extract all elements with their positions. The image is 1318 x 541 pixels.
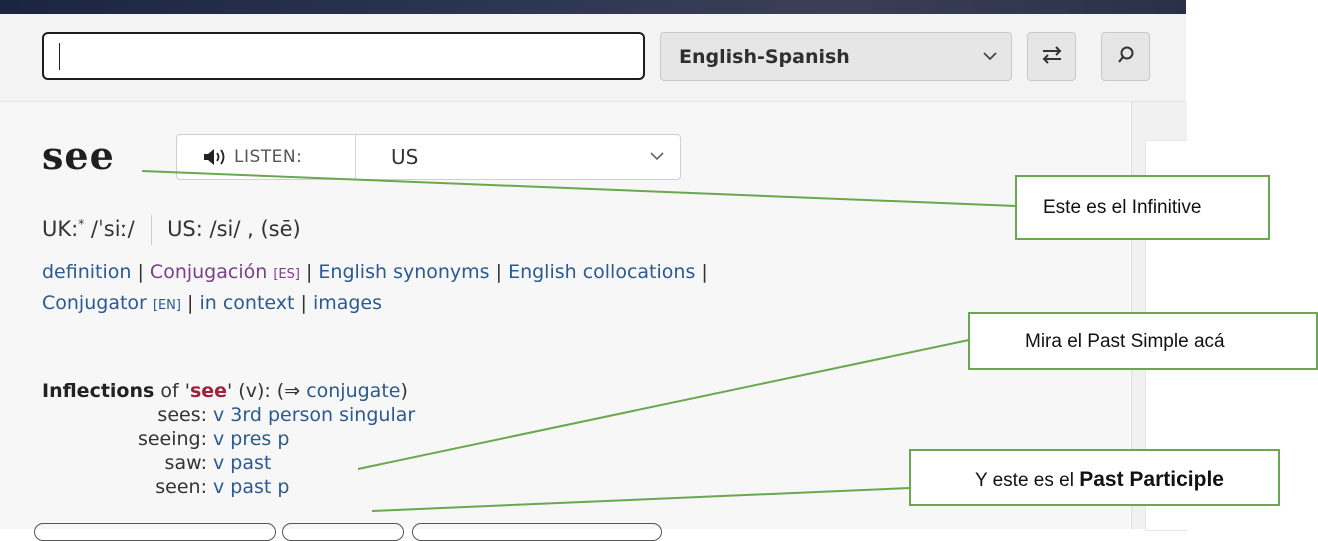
callout-past-simple: Mira el Past Simple acá <box>968 312 1318 370</box>
callout-past-participle-prefix: Y este es el <box>975 470 1080 491</box>
callout-past-participle: Y este es el Past Participle <box>909 449 1280 506</box>
callout-past-participle-text: Y este es el Past Participle <box>975 468 1224 492</box>
callout-past-simple-text: Mira el Past Simple acá <box>1025 331 1225 352</box>
infinitive-connector <box>141 170 1017 207</box>
callout-infinitive: Este es el Infinitive <box>1015 175 1270 240</box>
callout-past-participle-bold: Past Participle <box>1079 468 1224 491</box>
past-participle-connector <box>371 487 911 512</box>
callout-infinitive-text: Este es el Infinitive <box>1043 197 1202 218</box>
past-simple-connector <box>357 339 970 470</box>
